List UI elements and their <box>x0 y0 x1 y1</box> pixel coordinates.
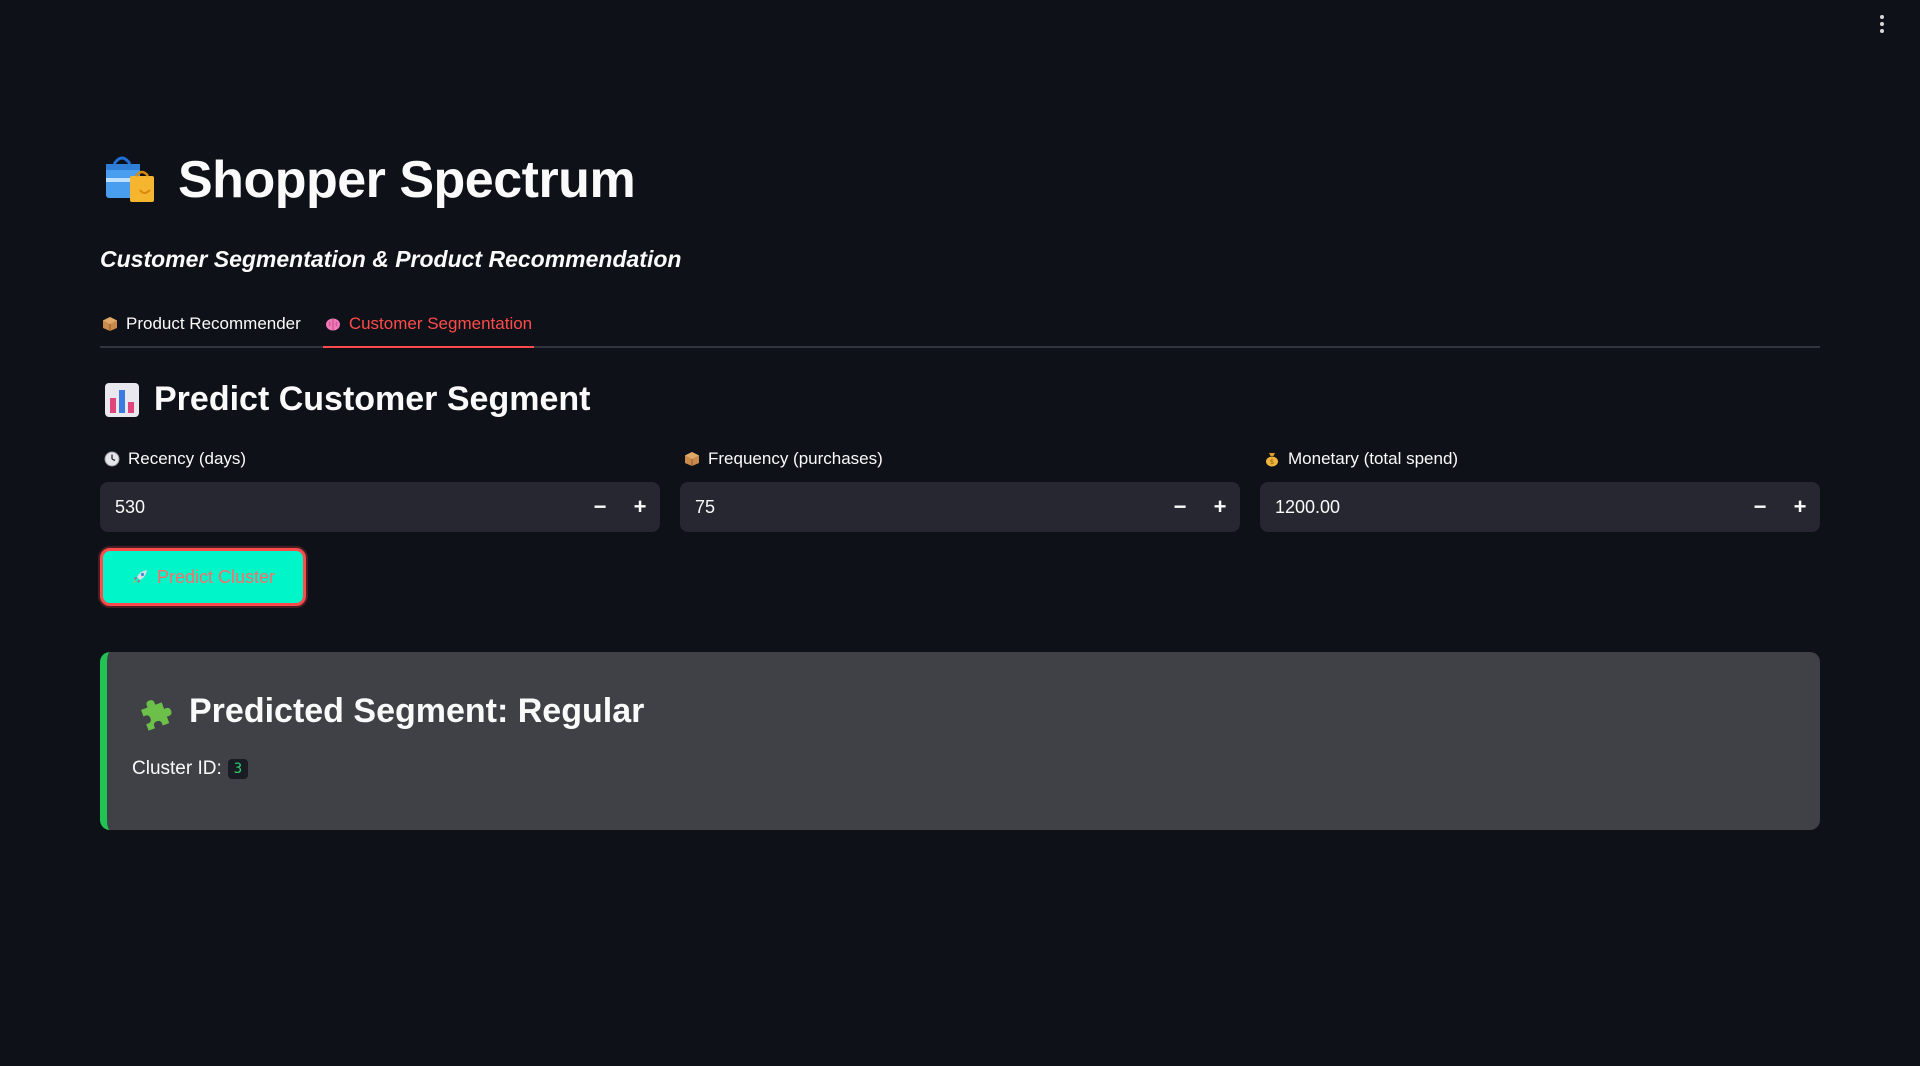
predict-button-label: Predict Cluster <box>156 566 276 587</box>
tab-product-recommender[interactable]: Product Recommender <box>100 302 303 346</box>
monetary-label-text: Monetary (total spend) <box>1288 449 1459 468</box>
brain-icon <box>325 318 340 331</box>
tab-customer-segmentation[interactable]: Customer Segmentation <box>322 302 535 348</box>
page-header: Shopper Spectrum <box>100 150 636 210</box>
frequency-decrement-button[interactable]: − <box>1160 482 1200 532</box>
result-header: Predicted Segment: Regular <box>137 692 644 731</box>
main-menu-button[interactable] <box>1870 12 1894 36</box>
frequency-field: Frequency (purchases) − + <box>680 448 1240 533</box>
frequency-input-wrapper: − + <box>680 481 1240 533</box>
svg-text:$: $ <box>1270 458 1274 466</box>
rocket-icon <box>132 570 147 584</box>
frequency-label: Frequency (purchases) <box>680 448 1240 470</box>
recency-decrement-button[interactable]: − <box>580 482 620 532</box>
monetary-increment-button[interactable]: + <box>1780 482 1820 532</box>
cluster-id-value: 3 <box>227 759 249 779</box>
recency-field: Recency (days) − + <box>100 448 660 533</box>
predict-cluster-button[interactable]: Predict Cluster <box>100 548 306 606</box>
clock-icon <box>104 451 120 467</box>
bar-chart-icon <box>105 382 139 417</box>
recency-increment-button[interactable]: + <box>620 482 660 532</box>
tab-bar: Product Recommender Customer Segmentatio… <box>100 302 1820 348</box>
monetary-input[interactable] <box>1260 481 1740 533</box>
shopping-bags-icon <box>106 156 154 202</box>
result-card: Predicted Segment: Regular Cluster ID: 3 <box>100 652 1820 830</box>
frequency-increment-button[interactable]: + <box>1200 482 1240 532</box>
monetary-input-wrapper: − + <box>1260 481 1820 533</box>
page-subtitle: Customer Segmentation & Product Recommen… <box>100 246 682 272</box>
menu-dot-icon <box>1880 22 1884 26</box>
recency-input[interactable] <box>100 481 580 533</box>
cluster-id-line: Cluster ID: 3 <box>132 758 249 780</box>
money-bag-icon: $ <box>1266 453 1278 467</box>
menu-dot-icon <box>1880 15 1884 19</box>
menu-dot-icon <box>1880 29 1884 33</box>
recency-label: Recency (days) <box>100 448 660 470</box>
package-icon <box>685 452 699 466</box>
input-row: Recency (days) − + Frequency (purchases)… <box>100 448 1820 533</box>
section-title: Predict Customer Segment <box>154 380 591 418</box>
predicted-segment-title: Predicted Segment: Regular <box>189 692 645 730</box>
section-header: Predict Customer Segment <box>104 380 590 419</box>
tab-label: Product Recommender <box>126 314 301 333</box>
frequency-label-text: Frequency (purchases) <box>708 449 883 468</box>
recency-label-text: Recency (days) <box>128 449 247 468</box>
cluster-id-label: Cluster ID: <box>132 758 222 779</box>
monetary-field: $ Monetary (total spend) − + <box>1260 448 1820 533</box>
frequency-input[interactable] <box>680 481 1160 533</box>
monetary-label: $ Monetary (total spend) <box>1260 448 1820 470</box>
package-icon <box>103 317 117 331</box>
monetary-decrement-button[interactable]: − <box>1740 482 1780 532</box>
page-title: Shopper Spectrum <box>178 151 636 209</box>
puzzle-icon <box>141 699 172 731</box>
tab-label: Customer Segmentation <box>348 314 533 333</box>
recency-input-wrapper: − + <box>100 481 660 533</box>
